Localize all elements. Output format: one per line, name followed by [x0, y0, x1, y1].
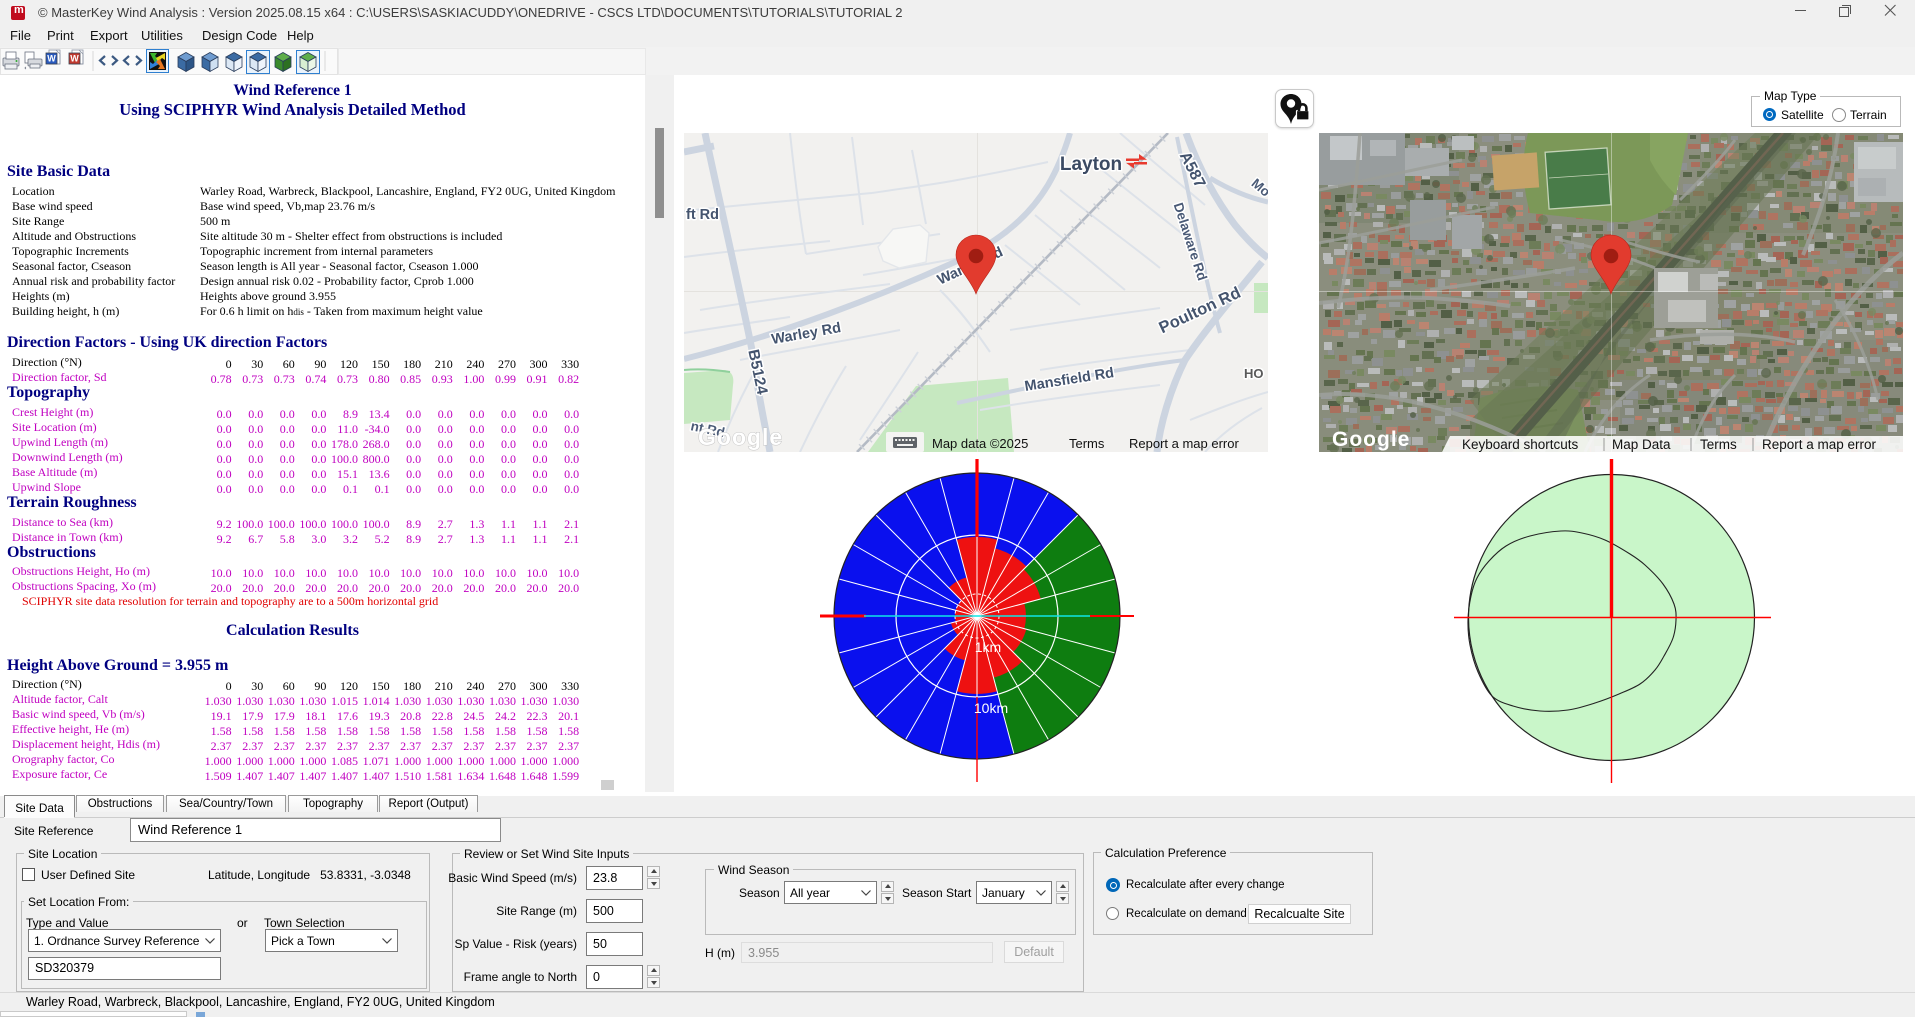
svg-text:Report a map error: Report a map error: [1129, 436, 1239, 451]
svg-text:ft Rd: ft Rd: [686, 207, 719, 223]
svg-text:Google: Google: [698, 424, 783, 450]
svg-text:Layton: Layton: [1060, 154, 1122, 175]
svg-text:1km: 1km: [975, 639, 1001, 655]
svg-text:W: W: [47, 54, 56, 64]
svg-text:HO: HO: [1244, 366, 1264, 381]
svg-text:W: W: [70, 54, 79, 64]
svg-text:10km: 10km: [974, 700, 1008, 716]
svg-text:Terms: Terms: [1069, 436, 1105, 451]
svg-text:Google: Google: [1332, 428, 1410, 451]
svg-text:Map data ©2025: Map data ©2025: [932, 436, 1028, 451]
